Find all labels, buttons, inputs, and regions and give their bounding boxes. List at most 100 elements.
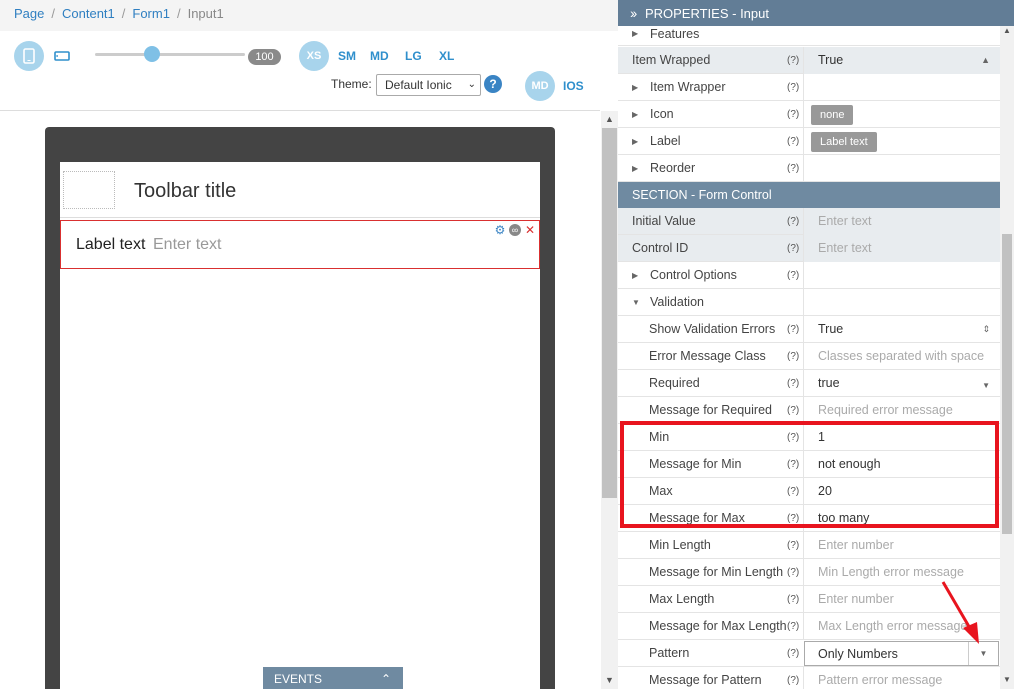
help-marker[interactable]: (?) (787, 343, 799, 370)
prop-row-pattern[interactable]: Pattern (?) Only Numbers ▼ (618, 640, 1000, 667)
icon-value-tag[interactable]: none (811, 104, 854, 125)
section-form-control[interactable]: SECTION - Form Control (618, 182, 1000, 208)
prop-row-min[interactable]: Min (?) 1 (618, 424, 1000, 451)
initial-value-input[interactable]: Enter text (803, 208, 1000, 235)
help-marker[interactable]: (?) (787, 262, 799, 289)
phone-view-button[interactable] (14, 41, 44, 71)
prop-row-required[interactable]: Required (?) true ▼ (618, 370, 1000, 397)
help-marker[interactable]: (?) (787, 559, 799, 586)
help-icon[interactable]: ? (484, 75, 502, 93)
prop-row-label[interactable]: ▶ Label (?) Label text (618, 128, 1000, 155)
scrollbar-thumb[interactable] (602, 128, 617, 498)
collapse-panel-icon[interactable]: ›› (630, 5, 637, 21)
prop-row-message-for-min-length[interactable]: Message for Min Length (?) Min Length er… (618, 559, 1000, 586)
breadcrumb-item-form1[interactable]: Form1 (132, 6, 170, 21)
theme-select[interactable]: Default Ionic ⌄ (376, 74, 481, 96)
scroll-up-icon[interactable]: ▲ (1000, 26, 1014, 40)
help-marker[interactable]: (?) (787, 316, 799, 343)
toolbar-title[interactable]: Toolbar title (134, 180, 236, 203)
show-validation-errors-select[interactable]: True ⇕ (803, 316, 1000, 343)
help-marker[interactable]: (?) (787, 451, 799, 478)
prop-row-item-wrapper[interactable]: ▶ Item Wrapper (?) (618, 74, 1000, 101)
message-for-required-input[interactable]: Required error message (803, 397, 1000, 424)
breadcrumb-item-page[interactable]: Page (14, 6, 44, 21)
prop-row-message-for-min[interactable]: Message for Min (?) not enough (618, 451, 1000, 478)
help-marker[interactable]: (?) (787, 47, 799, 74)
message-for-min-input[interactable]: not enough (803, 451, 1000, 478)
pattern-select[interactable]: Only Numbers ▼ (804, 641, 999, 666)
required-select[interactable]: true ▼ (803, 370, 1000, 397)
prop-row-message-for-max[interactable]: Message for Max (?) too many (618, 505, 1000, 532)
prop-row-max-length[interactable]: Max Length (?) Enter number (618, 586, 1000, 613)
help-marker[interactable]: (?) (787, 155, 799, 182)
scroll-down-icon[interactable]: ▼ (601, 672, 618, 689)
item-wrapped-select[interactable]: True ▲︎ (803, 47, 1000, 74)
mode-ios-button[interactable]: IOS (563, 79, 584, 93)
scroll-down-icon[interactable]: ▼ (1000, 675, 1014, 689)
message-for-max-input[interactable]: too many (803, 505, 1000, 532)
min-input[interactable]: 1 (803, 424, 1000, 451)
link-icon[interactable]: ∞ (509, 224, 521, 236)
toolbar-button-placeholder[interactable] (63, 171, 115, 209)
prop-row-item-wrapped[interactable]: Item Wrapped (?) True ▲︎ (618, 47, 1000, 74)
help-marker[interactable]: (?) (787, 613, 799, 640)
tablet-view-button[interactable] (52, 46, 72, 66)
properties-scrollbar[interactable]: ▲ ▼ (1000, 26, 1014, 689)
breadcrumb-item-content1[interactable]: Content1 (62, 6, 115, 21)
help-marker[interactable]: (?) (787, 640, 799, 667)
help-marker[interactable]: (?) (787, 478, 799, 505)
breakpoint-md-button[interactable]: MD (370, 49, 389, 63)
prop-row-show-validation-errors[interactable]: Show Validation Errors (?) True ⇕ (618, 316, 1000, 343)
help-marker[interactable]: (?) (787, 505, 799, 532)
control-id-input[interactable]: Enter text (803, 235, 1000, 262)
help-marker[interactable]: (?) (787, 128, 799, 155)
help-marker[interactable]: (?) (787, 397, 799, 424)
help-marker[interactable]: (?) (787, 74, 799, 101)
prop-row-control-options[interactable]: ▶ Control Options (?) (618, 262, 1000, 289)
help-marker[interactable]: (?) (787, 532, 799, 559)
preview-toolbar[interactable]: Toolbar title (60, 162, 540, 218)
events-tab[interactable]: EVENTS ⌃ (263, 667, 403, 689)
help-marker[interactable]: (?) (787, 370, 799, 397)
prop-row-icon[interactable]: ▶ Icon (?) none (618, 101, 1000, 128)
help-marker[interactable]: (?) (787, 667, 799, 689)
input-placeholder[interactable]: Enter text (153, 236, 221, 254)
prop-row-message-for-required[interactable]: Message for Required (?) Required error … (618, 397, 1000, 424)
message-for-min-length-input[interactable]: Min Length error message (803, 559, 1000, 586)
prop-row-message-for-max-length[interactable]: Message for Max Length (?) Max Length er… (618, 613, 1000, 640)
min-length-input[interactable]: Enter number (803, 532, 1000, 559)
zoom-slider-handle[interactable] (144, 46, 160, 62)
help-marker[interactable]: (?) (787, 208, 799, 235)
prop-row-features[interactable]: ▶ Features (618, 22, 1000, 46)
close-icon[interactable]: ✕ (524, 224, 536, 236)
help-marker[interactable]: (?) (787, 586, 799, 613)
prop-row-reorder[interactable]: ▶ Reorder (?) (618, 155, 1000, 182)
mode-md-button[interactable]: MD (525, 71, 555, 101)
error-message-class-input[interactable]: Classes separated with space (803, 343, 1000, 370)
canvas-scrollbar[interactable]: ▲ ▼ (601, 111, 618, 689)
prop-row-max[interactable]: Max (?) 20 (618, 478, 1000, 505)
scroll-up-icon[interactable]: ▲ (601, 111, 618, 128)
prop-row-error-message-class[interactable]: Error Message Class (?) Classes separate… (618, 343, 1000, 370)
message-for-max-length-input[interactable]: Max Length error message (803, 613, 1000, 640)
gear-icon[interactable]: ⚙ (494, 224, 506, 236)
zoom-slider-track[interactable] (95, 53, 245, 56)
help-marker[interactable]: (?) (787, 424, 799, 451)
caret-down-icon[interactable]: ▼ (968, 642, 998, 665)
help-marker[interactable]: (?) (787, 101, 799, 128)
breakpoint-lg-button[interactable]: LG (405, 49, 422, 63)
prop-row-initial-value[interactable]: Initial Value (?) Enter text (618, 208, 1000, 235)
help-marker[interactable]: (?) (787, 235, 799, 262)
breakpoint-sm-button[interactable]: SM (338, 49, 356, 63)
label-value-tag[interactable]: Label text (811, 131, 877, 152)
prop-row-min-length[interactable]: Min Length (?) Enter number (618, 532, 1000, 559)
max-length-input[interactable]: Enter number (803, 586, 1000, 613)
prop-row-message-for-pattern[interactable]: Message for Pattern (?) Pattern error me… (618, 667, 1000, 689)
message-for-pattern-input[interactable]: Pattern error message (803, 667, 1000, 689)
prop-row-control-id[interactable]: Control ID (?) Enter text (618, 235, 1000, 262)
breakpoint-xs-button[interactable]: XS (299, 41, 329, 71)
selected-input-item[interactable]: Label text Enter text ⚙ ∞ ✕ (60, 220, 540, 269)
scrollbar-thumb[interactable] (1002, 234, 1012, 534)
max-input[interactable]: 20 (803, 478, 1000, 505)
prop-row-validation[interactable]: ▼ Validation (618, 289, 1000, 316)
